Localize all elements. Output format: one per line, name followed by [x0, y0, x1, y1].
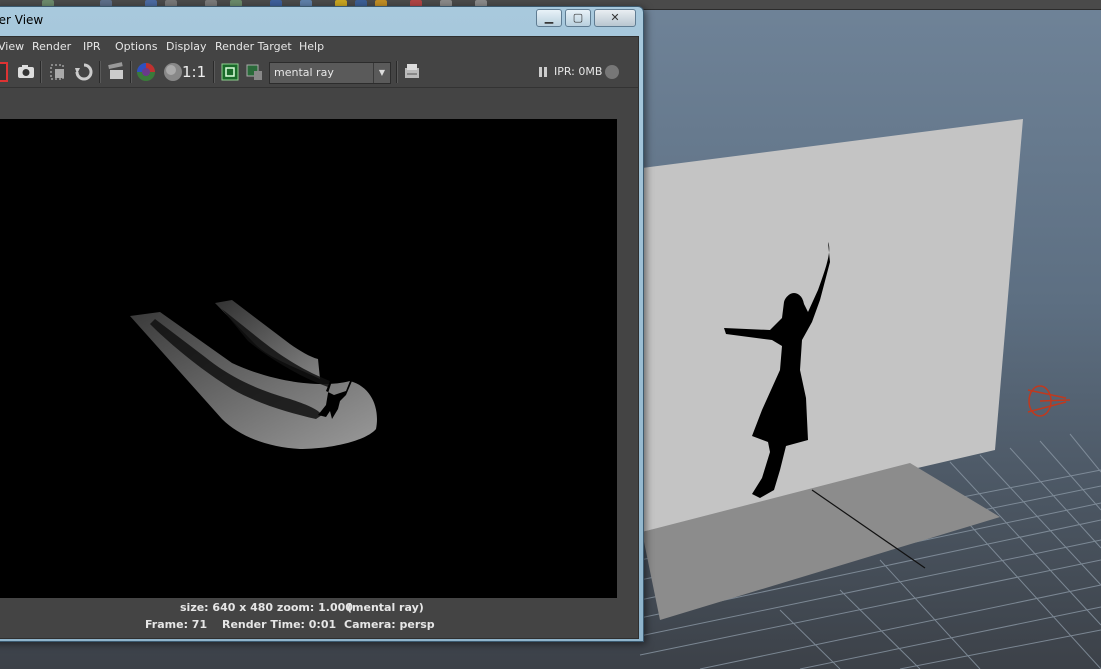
pause-ipr-icon[interactable]	[534, 62, 554, 82]
redo-render-icon[interactable]	[0, 62, 8, 82]
renderer-value: mental ray	[274, 66, 334, 79]
chevron-down-icon[interactable]: ▼	[373, 63, 390, 83]
menu-render-target[interactable]: Render Target	[215, 40, 292, 53]
wall-plane	[642, 119, 1023, 532]
clapper-icon[interactable]	[106, 62, 126, 82]
remove-image-icon[interactable]	[244, 62, 264, 82]
status-bar: size: 640 x 480 zoom: 1.000 (mental ray)…	[0, 599, 638, 637]
menu-ipr[interactable]: IPR	[83, 40, 101, 53]
menu-bar: View Render IPR Options Display Render T…	[0, 37, 638, 57]
keep-image-icon[interactable]	[220, 62, 240, 82]
close-button[interactable]: ✕	[594, 9, 636, 27]
render-content	[130, 300, 377, 449]
refresh-icon[interactable]	[74, 62, 94, 82]
render-view-window[interactable]: der View ▁ ▢ ✕ View Render IPR Options D…	[0, 6, 644, 642]
renderer-note-text: (mental ray)	[347, 601, 424, 614]
maximize-button[interactable]: ▢	[565, 9, 591, 27]
ipr-memory-label: IPR: 0MB	[554, 65, 603, 78]
camera-text: Camera: persp	[344, 618, 435, 631]
title-bar[interactable]: der View ▁ ▢ ✕	[0, 7, 643, 34]
menu-help[interactable]: Help	[299, 40, 324, 53]
menu-view[interactable]: View	[0, 40, 24, 53]
frame-text: Frame: 71	[145, 618, 208, 631]
window-title: der View	[0, 13, 44, 27]
rendered-image[interactable]	[0, 119, 617, 598]
ipr-status-icon	[604, 62, 624, 82]
light-gizmo	[1027, 385, 1071, 417]
menu-options[interactable]: Options	[115, 40, 157, 53]
one-to-one-icon[interactable]: 1:1	[182, 62, 212, 82]
render-view-panel: View Render IPR Options Display Render T…	[0, 36, 639, 639]
alpha-channel-icon[interactable]	[163, 62, 183, 82]
image-size-text: size: 640 x 480 zoom: 1.000	[180, 601, 353, 614]
menu-display[interactable]: Display	[166, 40, 207, 53]
render-time-text: Render Time: 0:01	[222, 618, 337, 631]
render-toolbar: 1:1 mental ray ▼ IPR: 0MB	[0, 57, 638, 88]
rgb-channels-icon[interactable]	[136, 62, 156, 82]
minimize-button[interactable]: ▁	[536, 9, 562, 27]
menu-render[interactable]: Render	[32, 40, 71, 53]
render-region-icon[interactable]	[48, 62, 68, 82]
settings-icon[interactable]	[402, 62, 422, 82]
image-area[interactable]	[0, 88, 638, 598]
renderer-dropdown[interactable]: mental ray ▼	[269, 62, 391, 84]
snapshot-icon[interactable]	[16, 62, 36, 82]
